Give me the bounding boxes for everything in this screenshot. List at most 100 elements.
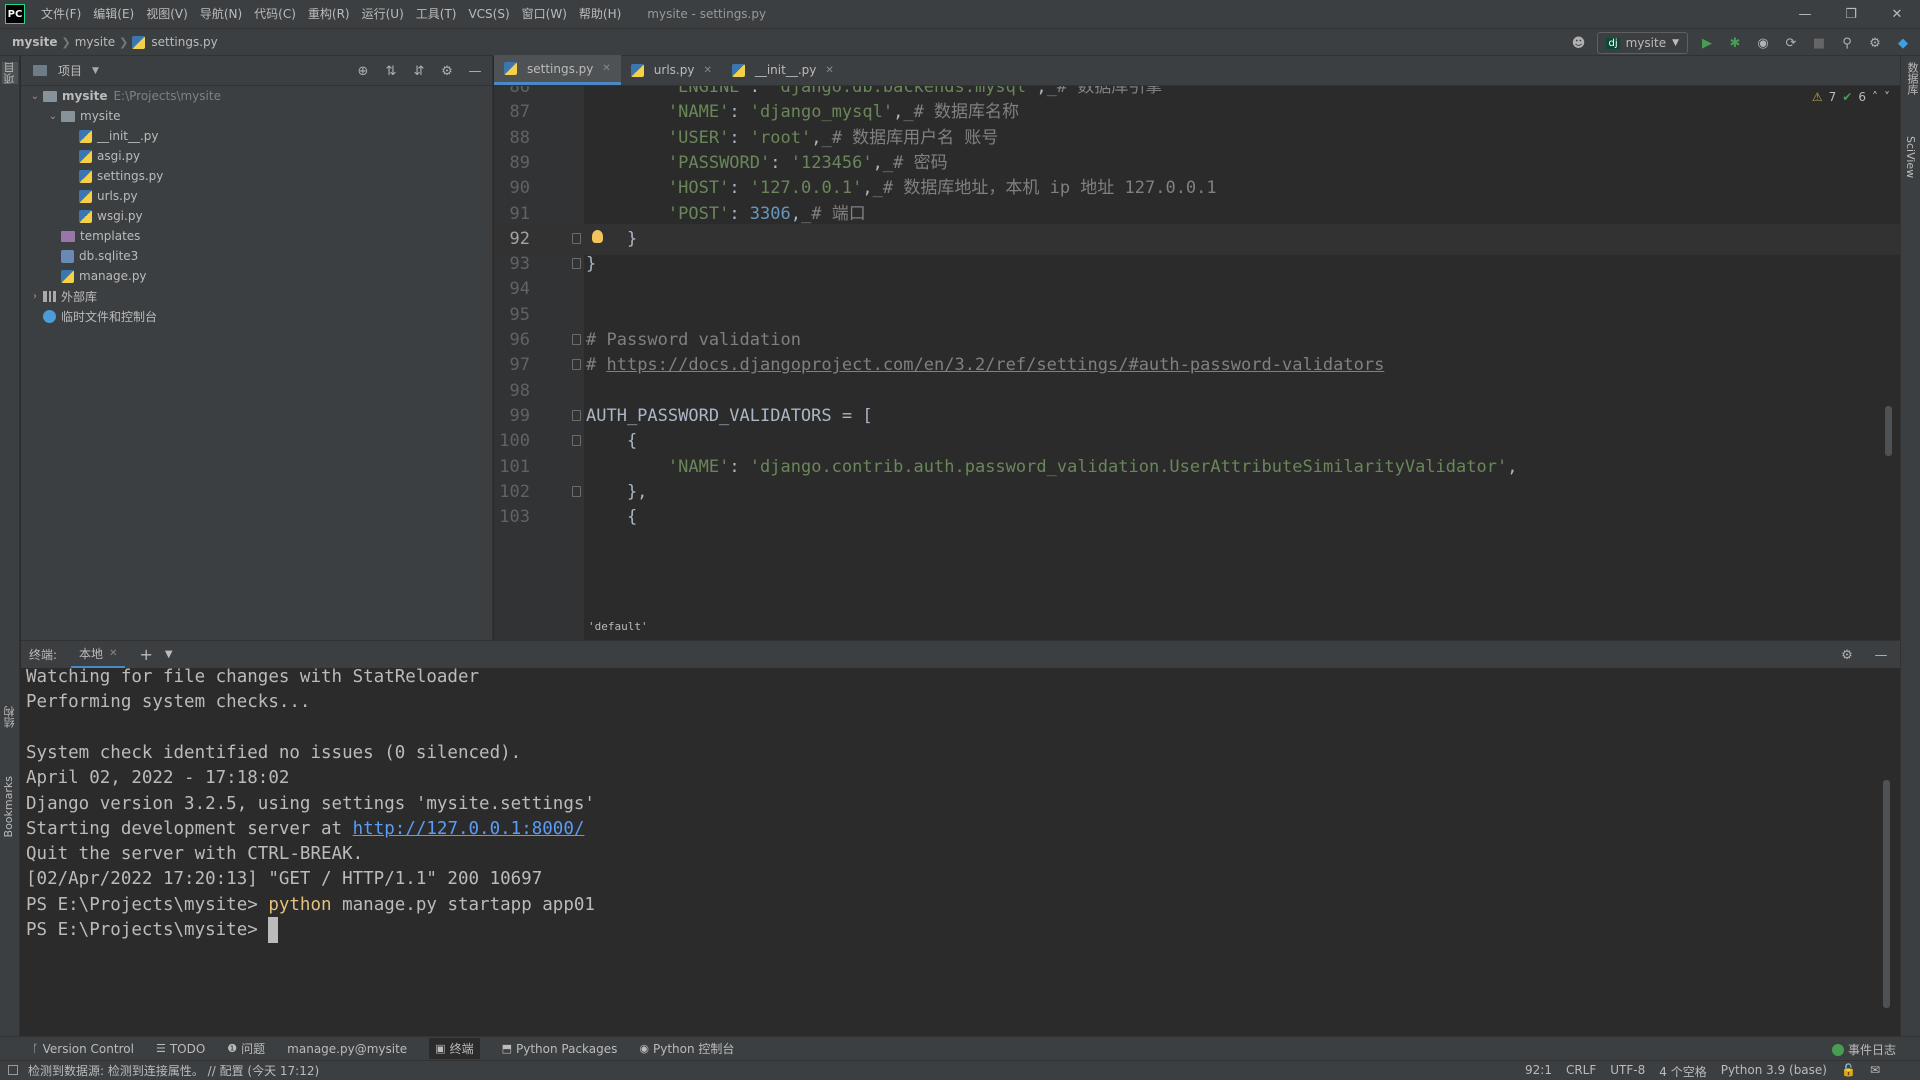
python-file-icon <box>79 169 92 183</box>
project-toolwindow-tab[interactable]: 项目 <box>2 62 18 84</box>
caret-position[interactable]: 92:1 <box>1525 1063 1552 1080</box>
locate-file-icon[interactable]: ⊕ <box>354 62 372 80</box>
tool-window-button[interactable]: ☰ TODO <box>156 1042 205 1056</box>
status-message[interactable]: 检测到数据源: 检测到连接属性。 // 配置 (今天 17:12) <box>28 1062 319 1079</box>
tool-window-button[interactable]: ❶ 问题 <box>227 1040 265 1057</box>
tree-item[interactable]: asgi.py <box>21 146 492 166</box>
restore-icon[interactable]: ❐ <box>1828 0 1874 28</box>
tree-item[interactable]: ⌄ mysite E:\Projects\mysite <box>21 86 492 106</box>
tool-window-button[interactable]: ◉ Python 控制台 <box>639 1040 734 1057</box>
editor-scrollbar[interactable] <box>1885 406 1892 456</box>
fold-marker-icon[interactable] <box>572 334 581 345</box>
tree-item[interactable]: __init__.py <box>21 126 492 146</box>
code-editor[interactable]: 86 'ENGINE': 'django.db.backends.mysql',… <box>494 86 1900 640</box>
terminal-text: Django version 3.2.5, using settings 'my… <box>26 793 595 814</box>
menu-item[interactable]: 工具(T) <box>410 0 463 28</box>
editor-breadcrumb[interactable]: 'default' <box>588 620 648 633</box>
indent-setting[interactable]: 4 个空格 <box>1659 1063 1706 1080</box>
settings-gear-icon[interactable]: ⚙ <box>1866 34 1884 52</box>
coverage-icon[interactable]: ◉ <box>1754 34 1772 52</box>
menu-item[interactable]: 运行(U) <box>356 0 410 28</box>
event-log-button[interactable]: 事件日志 <box>1831 1041 1896 1058</box>
jetbrains-logo-icon[interactable]: ◆ <box>1894 34 1912 52</box>
status-square-icon[interactable] <box>8 1065 18 1075</box>
sciview-toolwindow-tab[interactable]: SciView <box>1904 136 1917 178</box>
debug-icon[interactable]: ✱ <box>1726 34 1744 52</box>
breadcrumb-project[interactable]: mysite <box>8 35 61 49</box>
fold-marker-icon[interactable] <box>572 409 581 421</box>
run-configuration-select[interactable]: dj mysite ▼ <box>1597 32 1688 54</box>
minimize-icon[interactable]: — <box>1782 0 1828 28</box>
chevron-down-icon[interactable]: ▼ <box>92 66 99 76</box>
tree-item[interactable]: wsgi.py <box>21 206 492 226</box>
fold-marker-icon[interactable] <box>572 258 581 270</box>
stop-icon[interactable]: ■ <box>1810 34 1828 52</box>
tree-item[interactable]: urls.py <box>21 186 492 206</box>
inspection-widget[interactable]: ⚠ 7 ✔ 6 ˄ ˅ <box>1812 90 1890 104</box>
menu-item[interactable]: 编辑(E) <box>87 0 140 28</box>
hide-panel-icon[interactable]: — <box>1872 646 1890 664</box>
terminal-output[interactable]: Watching for file changes with StatReloa… <box>21 667 1900 1036</box>
tree-item[interactable]: › 外部库 <box>21 286 492 306</box>
tool-window-button[interactable]: ᚴ Version Control <box>32 1042 134 1056</box>
chevron-down-icon[interactable]: ⌄ <box>45 111 61 122</box>
close-tab-icon[interactable]: ✕ <box>109 648 117 659</box>
menu-item[interactable]: 视图(V) <box>140 0 194 28</box>
close-icon[interactable]: ✕ <box>1874 0 1920 28</box>
menu-item[interactable]: 帮助(H) <box>573 0 627 28</box>
tool-window-button[interactable]: manage.py@mysite <box>287 1042 407 1056</box>
collapse-all-icon[interactable]: ⇵ <box>410 62 428 80</box>
fold-marker-icon[interactable] <box>572 485 581 497</box>
server-url-link[interactable]: http://127.0.0.1:8000/ <box>353 819 585 839</box>
profile-icon[interactable]: ⟳ <box>1782 34 1800 52</box>
menu-item[interactable]: VCS(S) <box>462 0 515 28</box>
chevron-right-icon[interactable]: › <box>27 291 43 302</box>
tree-item[interactable]: templates <box>21 226 492 246</box>
menu-item[interactable]: 文件(F) <box>35 0 87 28</box>
tool-window-button[interactable]: ⬒ Python Packages <box>502 1042 618 1056</box>
chevron-down-icon[interactable]: ▼ <box>165 649 173 660</box>
menu-item[interactable]: 代码(C) <box>248 0 302 28</box>
menu-item[interactable]: 重构(R) <box>302 0 356 28</box>
fold-marker-icon[interactable] <box>572 232 581 244</box>
close-tab-icon[interactable]: ✕ <box>825 65 833 76</box>
close-tab-icon[interactable]: ✕ <box>602 63 610 74</box>
gear-icon[interactable]: ⚙ <box>1838 646 1856 664</box>
project-panel-title[interactable]: 项目 <box>58 62 82 79</box>
tool-window-button[interactable]: ▣ 终端 <box>429 1038 480 1059</box>
line-separator[interactable]: CRLF <box>1566 1063 1596 1080</box>
chevron-down-icon[interactable]: ˅ <box>1884 90 1890 104</box>
chevron-down-icon[interactable]: ⌄ <box>27 91 43 102</box>
file-encoding[interactable]: UTF-8 <box>1610 1063 1645 1080</box>
editor-tab[interactable]: urls.py ✕ <box>621 55 722 85</box>
menu-item[interactable]: 导航(N) <box>194 0 248 28</box>
editor-tab[interactable]: __init__.py ✕ <box>722 55 844 85</box>
navigation-bar: mysite ❯ mysite ❯ settings.py ☻ dj mysit… <box>0 28 1920 56</box>
tree-item[interactable]: manage.py <box>21 266 492 286</box>
hide-panel-icon[interactable]: — <box>466 62 484 80</box>
chevron-up-icon[interactable]: ˄ <box>1872 90 1878 104</box>
bookmarks-toolwindow-tab[interactable]: Bookmarks <box>2 776 15 837</box>
editor-tab[interactable]: settings.py ✕ <box>494 55 621 85</box>
lock-icon[interactable]: 🔓 <box>1841 1063 1856 1080</box>
user-icon[interactable]: ☻ <box>1569 34 1587 52</box>
database-toolwindow-tab[interactable]: 数据库 <box>1904 62 1920 95</box>
python-interpreter[interactable]: Python 3.9 (base) <box>1721 1063 1827 1080</box>
structure-toolwindow-tab[interactable]: 结构 <box>2 706 18 728</box>
terminal-scrollbar[interactable] <box>1883 780 1890 1008</box>
gear-icon[interactable]: ⚙ <box>438 62 456 80</box>
tree-item[interactable]: ⌄ mysite <box>21 106 492 126</box>
expand-all-icon[interactable]: ⇅ <box>382 62 400 80</box>
tree-item[interactable]: settings.py <box>21 166 492 186</box>
fold-marker-icon[interactable] <box>572 435 581 447</box>
notifications-icon[interactable]: ✉ <box>1870 1063 1880 1080</box>
breadcrumb-package[interactable]: mysite <box>71 35 119 49</box>
menu-item[interactable]: 窗口(W) <box>516 0 573 28</box>
breadcrumb-file[interactable]: settings.py <box>147 35 221 49</box>
close-tab-icon[interactable]: ✕ <box>703 65 711 76</box>
run-icon[interactable]: ▶ <box>1698 34 1716 52</box>
tree-item[interactable]: db.sqlite3 <box>21 246 492 266</box>
search-icon[interactable]: ⚲ <box>1838 34 1856 52</box>
tree-item[interactable]: 临时文件和控制台 <box>21 306 492 326</box>
fold-marker-icon[interactable] <box>572 359 581 371</box>
